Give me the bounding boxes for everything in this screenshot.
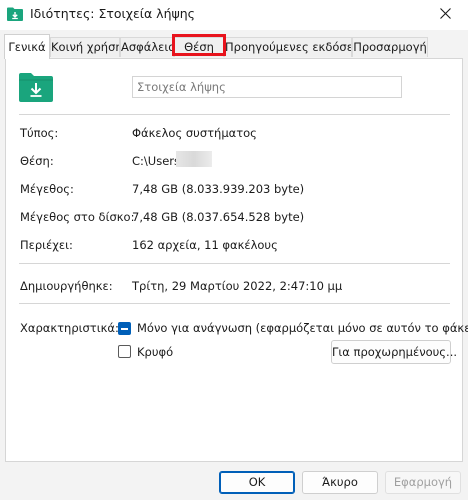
separator xyxy=(19,303,450,304)
hidden-label[interactable]: Κρυφό xyxy=(137,345,173,359)
contains-value: 162 αρχεία, 11 φακέλους xyxy=(132,238,278,252)
tab-sharing[interactable]: Κοινή χρήση xyxy=(50,37,120,57)
location-value: C:\Users xyxy=(132,154,180,168)
disk-size-value: 7,48 GB (8.037.654.528 byte) xyxy=(132,210,305,224)
tab-customize[interactable]: Προσαρμογή xyxy=(352,37,428,57)
general-panel: Στοιχεία λήψης Τύπος: Φάκελος συστήματος… xyxy=(5,58,468,462)
window-title: Ιδιότητες: Στοιχεία λήψης xyxy=(30,6,196,21)
separator xyxy=(19,114,450,115)
ok-button[interactable]: OK xyxy=(219,471,295,494)
created-label: Δημιουργήθηκε: xyxy=(20,279,113,293)
redacted-username xyxy=(176,151,212,167)
hidden-checkbox[interactable] xyxy=(118,345,131,358)
type-value: Φάκελος συστήματος xyxy=(132,126,257,140)
contains-label: Περιέχει: xyxy=(20,238,73,252)
separator xyxy=(19,263,450,264)
size-label: Μέγεθος: xyxy=(20,182,74,196)
type-label: Τύπος: xyxy=(20,126,59,140)
folder-name-field[interactable]: Στοιχεία λήψης xyxy=(132,76,402,98)
tab-location[interactable]: Θέση xyxy=(174,37,224,57)
location-label: Θέση: xyxy=(20,154,54,168)
folder-download-icon xyxy=(19,72,53,102)
attributes-label: Χαρακτηριστικά: xyxy=(20,321,119,335)
readonly-label[interactable]: Μόνο για ανάγνωση (εφαρμόζεται μόνο σε α… xyxy=(137,321,468,335)
created-value: Τρίτη, 29 Μαρτίου 2022, 2:47:10 μμ xyxy=(132,279,343,293)
tab-previous-versions[interactable]: Προηγούμενες εκδόσεις xyxy=(224,37,352,57)
advanced-button[interactable]: Για προχωρημένους... xyxy=(331,340,457,364)
tab-security[interactable]: Ασφάλεια xyxy=(120,37,174,57)
readonly-checkbox[interactable] xyxy=(118,322,131,335)
close-button[interactable] xyxy=(422,0,468,30)
tab-general[interactable]: Γενικά xyxy=(4,34,50,59)
title-bar: Ιδιότητες: Στοιχεία λήψης xyxy=(0,0,468,30)
folder-download-icon xyxy=(7,7,23,21)
close-icon xyxy=(439,8,451,22)
size-value: 7,48 GB (8.033.939.203 byte) xyxy=(132,182,305,196)
cancel-button[interactable]: Άκυρο xyxy=(302,471,378,494)
disk-size-label: Μέγεθος στο δίσκο: xyxy=(20,210,135,224)
apply-button[interactable]: Εφαρμογή xyxy=(385,471,461,494)
tab-strip: Γενικά Κοινή χρήση Ασφάλεια Θέση Προηγού… xyxy=(0,30,468,59)
